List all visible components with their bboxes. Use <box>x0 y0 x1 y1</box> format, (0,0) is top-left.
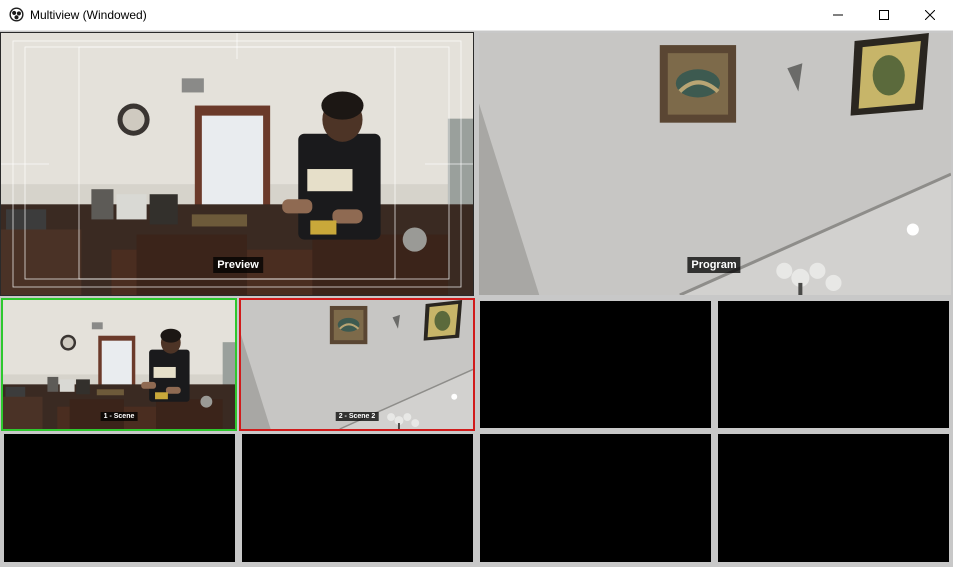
multiview-canvas: Preview Program 1 - Scene 2 - Scene 2 <box>0 31 953 567</box>
preview-label: Preview <box>213 257 263 273</box>
obs-logo-icon <box>9 7 24 22</box>
maximize-icon <box>879 10 889 20</box>
minimize-button[interactable] <box>815 0 861 30</box>
scene-tile-7[interactable] <box>480 434 711 562</box>
scene-tile-4[interactable] <box>718 301 949 428</box>
maximize-button[interactable] <box>861 0 907 30</box>
scene-2-thumbnail <box>241 300 473 429</box>
title-bar[interactable]: Multiview (Windowed) <box>0 0 953 31</box>
program-pane[interactable]: Program <box>479 33 951 295</box>
close-icon <box>925 10 935 20</box>
window-title: Multiview (Windowed) <box>30 8 147 22</box>
scene-1-thumbnail <box>3 300 235 429</box>
safe-area-guides <box>1 33 473 288</box>
scene-1-label: 1 - Scene <box>100 412 138 421</box>
preview-pane[interactable]: Preview <box>0 32 474 296</box>
scene-tile-2[interactable]: 2 - Scene 2 <box>239 298 475 431</box>
scene-tile-1[interactable]: 1 - Scene <box>1 298 237 431</box>
scene-tile-6[interactable] <box>242 434 473 562</box>
scene-tile-5[interactable] <box>4 434 235 562</box>
scene-tile-3[interactable] <box>480 301 711 428</box>
close-button[interactable] <box>907 0 953 30</box>
program-video-frame <box>479 33 951 295</box>
scene-tile-8[interactable] <box>718 434 949 562</box>
program-label: Program <box>687 257 741 273</box>
scene-2-label: 2 - Scene 2 <box>335 412 379 421</box>
minimize-icon <box>833 14 843 16</box>
